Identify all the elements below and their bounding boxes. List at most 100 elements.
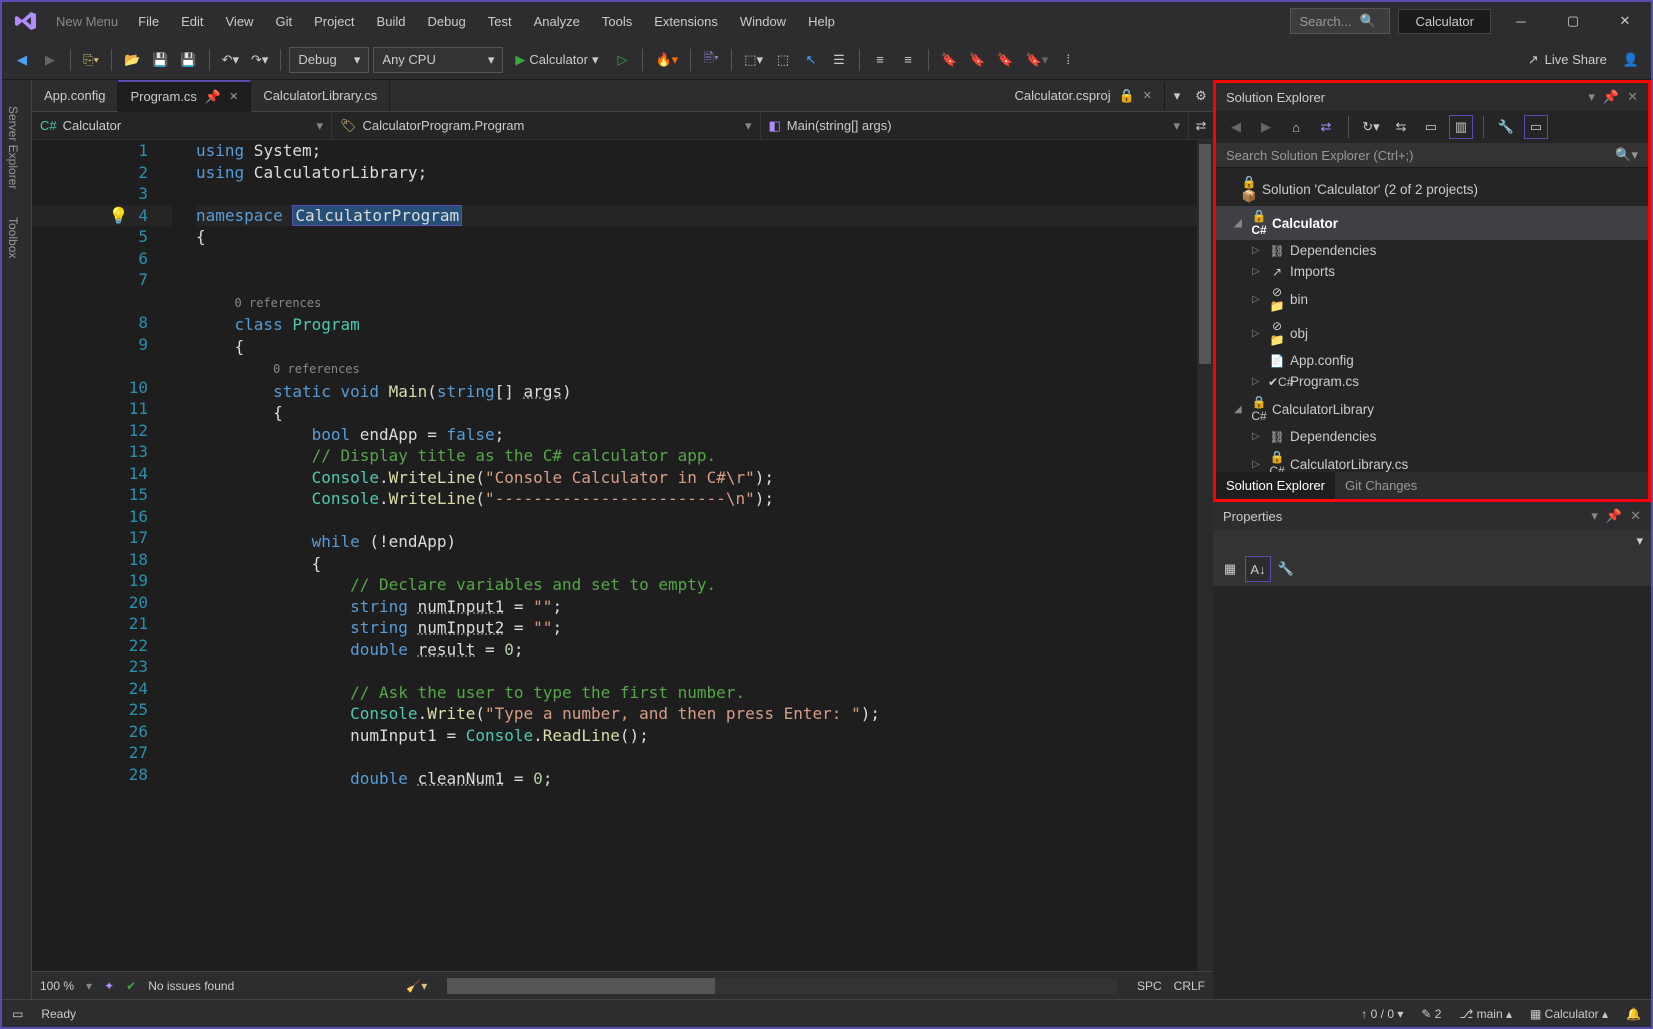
redo-button[interactable]: ↷▾	[247, 46, 272, 74]
error-count[interactable]: ↑ 0 / 0 ▾	[1361, 1007, 1403, 1021]
menu-test[interactable]: Test	[478, 8, 522, 35]
start-without-debug-button[interactable]: ▷	[610, 46, 634, 74]
intellicode-icon[interactable]: ✦	[104, 979, 114, 993]
pin-icon[interactable]: 📌	[1603, 89, 1619, 105]
minimize-button[interactable]: ─	[1499, 6, 1543, 36]
horizontal-scrollbar[interactable]	[447, 978, 1117, 994]
browser-link-button[interactable]: 🖹▾	[699, 46, 723, 74]
maximize-button[interactable]: ▢	[1551, 6, 1595, 36]
collapse-button[interactable]: ▭	[1419, 115, 1443, 139]
properties-dropdown[interactable]: ▾	[1213, 530, 1651, 552]
back-button[interactable]: ◀	[10, 46, 34, 74]
bookmark-button[interactable]: 🔖	[937, 46, 961, 74]
tree-row[interactable]: ▷✔C#Program.cs	[1216, 371, 1648, 392]
close-tab-icon[interactable]: ✕	[229, 90, 238, 103]
tab-app-config[interactable]: App.config	[32, 80, 118, 111]
config-dropdown[interactable]: Debug▾	[289, 47, 369, 73]
cleanup-icon[interactable]: 🧹▾	[406, 979, 427, 993]
indent-right-button[interactable]: ≡	[896, 46, 920, 74]
tab-calculatorlibrary-cs[interactable]: CalculatorLibrary.cs	[251, 80, 390, 111]
line-ending[interactable]: CRLF	[1174, 979, 1205, 993]
bookmark-prev-button[interactable]: 🔖	[965, 46, 989, 74]
tab-program-cs[interactable]: Program.cs📌✕	[118, 80, 251, 113]
project-selector[interactable]: ▦ Calculator ▴	[1530, 1007, 1608, 1021]
menu-help[interactable]: Help	[798, 8, 845, 35]
nav-project[interactable]: C#Calculator▾	[32, 112, 332, 139]
tab-overflow-button[interactable]: ▾	[1165, 82, 1189, 110]
tab-settings-button[interactable]: ⚙	[1189, 82, 1213, 110]
solution-tree[interactable]: 🔒📦Solution 'Calculator' (2 of 2 projects…	[1216, 168, 1648, 472]
nav-member[interactable]: ◧Main(string[] args)▾	[761, 112, 1190, 139]
start-button[interactable]: ▶ Calculator ▾	[507, 48, 606, 72]
bookmark-clear-button[interactable]: 🔖▾	[1022, 46, 1053, 74]
new-menu-button[interactable]: New Menu	[46, 8, 128, 35]
menu-edit[interactable]: Edit	[171, 8, 213, 35]
new-item-button[interactable]: ⬚▾	[740, 46, 767, 74]
home-button[interactable]: ⌂	[1284, 115, 1308, 139]
menu-git[interactable]: Git	[265, 8, 302, 35]
close-panel-icon[interactable]: ✕	[1630, 508, 1641, 524]
indent-left-button[interactable]: ≡	[868, 46, 892, 74]
tree-row[interactable]: ▷⛓Dependencies	[1216, 240, 1648, 261]
tree-row[interactable]: ▷🔒C#CalculatorLibrary.cs	[1216, 447, 1648, 472]
toolbox-tab[interactable]: Toolbox	[2, 209, 31, 266]
show-all-files-button[interactable]: ▥	[1449, 115, 1473, 139]
tab-solution-explorer[interactable]: Solution Explorer	[1216, 472, 1335, 499]
menu-window[interactable]: Window	[730, 8, 796, 35]
tree-row[interactable]: ◢🔒C#Calculator	[1216, 206, 1648, 240]
menu-analyze[interactable]: Analyze	[524, 8, 590, 35]
hot-reload-button[interactable]: 🔥▾	[651, 46, 682, 74]
preview-button[interactable]: ▭	[1524, 115, 1548, 139]
panel-dropdown-icon[interactable]: ▾	[1588, 89, 1595, 105]
tree-row[interactable]: 📄App.config	[1216, 350, 1648, 371]
refresh-button[interactable]: ↻▾	[1359, 115, 1383, 139]
open-button[interactable]: 📂	[120, 46, 144, 74]
close-button[interactable]: ✕	[1603, 6, 1647, 36]
extra-tool-1[interactable]: ⬚	[771, 46, 795, 74]
save-button[interactable]: 💾	[148, 46, 172, 74]
nav-class[interactable]: 🏷CalculatorProgram.Program▾	[332, 112, 761, 139]
alphabetical-button[interactable]: A↓	[1245, 556, 1271, 582]
switch-views-button[interactable]: ⇄	[1314, 115, 1338, 139]
back-button[interactable]: ◀	[1224, 115, 1248, 139]
code-cleanup-button[interactable]: ☰	[827, 46, 851, 74]
forward-button[interactable]: ▶	[1254, 115, 1278, 139]
indent-mode[interactable]: SPC	[1137, 979, 1162, 993]
tree-row[interactable]: ▷↗Imports	[1216, 261, 1648, 282]
properties-button[interactable]: 🔧	[1494, 115, 1518, 139]
property-pages-button[interactable]: 🔧	[1273, 556, 1299, 582]
scrollbar[interactable]	[1197, 140, 1213, 971]
menu-file[interactable]: File	[128, 8, 169, 35]
issues-text[interactable]: No issues found	[148, 979, 234, 993]
zoom-level[interactable]: 100 %	[40, 979, 74, 993]
pin-icon[interactable]: 📌	[1606, 508, 1622, 524]
tree-row[interactable]: 🔒📦Solution 'Calculator' (2 of 2 projects…	[1216, 172, 1648, 206]
tab-git-changes[interactable]: Git Changes	[1335, 472, 1427, 499]
menu-project[interactable]: Project	[304, 8, 364, 35]
menu-extensions[interactable]: Extensions	[644, 8, 728, 35]
tree-row[interactable]: ▷⊘📁obj	[1216, 316, 1648, 350]
panel-dropdown-icon[interactable]: ▾	[1591, 508, 1598, 524]
server-explorer-tab[interactable]: Server Explorer	[2, 98, 31, 197]
save-all-button[interactable]: 💾	[176, 46, 200, 74]
search-box[interactable]: Search... 🔍	[1290, 8, 1390, 34]
tab-calculator-csproj[interactable]: Calculator.csproj🔒✕	[1002, 82, 1165, 110]
forward-button[interactable]: ▶	[38, 46, 62, 74]
categorized-button[interactable]: ▦	[1217, 556, 1243, 582]
tree-row[interactable]: ◢🔒C#CalculatorLibrary	[1216, 392, 1648, 426]
pending-changes[interactable]: ✎ 2	[1421, 1007, 1441, 1021]
tree-row[interactable]: ▷⛓Dependencies	[1216, 426, 1648, 447]
sync-button[interactable]: ⇆	[1389, 115, 1413, 139]
output-icon[interactable]: ▭	[12, 1007, 23, 1021]
account-button[interactable]: 👤	[1619, 46, 1643, 74]
bookmark-next-button[interactable]: 🔖	[993, 46, 1017, 74]
new-project-button[interactable]: ⎘▾	[79, 46, 103, 74]
menu-build[interactable]: Build	[367, 8, 416, 35]
branch-name[interactable]: ⎇ main ▴	[1459, 1007, 1512, 1021]
menu-view[interactable]: View	[216, 8, 264, 35]
tree-row[interactable]: ▷⊘📁bin	[1216, 282, 1648, 316]
select-mode-button[interactable]: ↖	[799, 46, 823, 74]
platform-dropdown[interactable]: Any CPU▾	[373, 47, 503, 73]
menu-debug[interactable]: Debug	[417, 8, 475, 35]
code-editor[interactable]: 123💡 4567 89 101112131415161718192021222…	[32, 140, 1213, 971]
